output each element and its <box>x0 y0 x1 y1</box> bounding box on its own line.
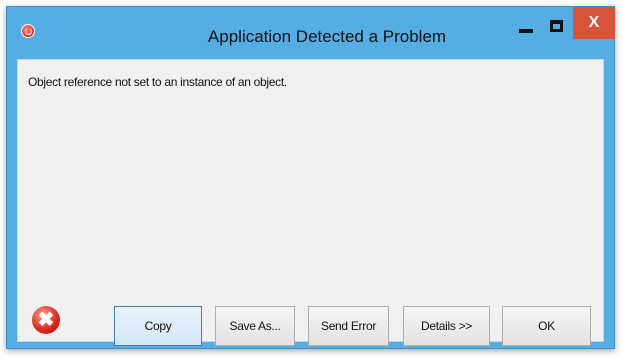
copy-button[interactable]: Copy <box>114 306 202 346</box>
minimize-button[interactable] <box>511 11 541 41</box>
details-button[interactable]: Details >> <box>403 306 490 346</box>
dialog-body: Object reference not set to an instance … <box>17 59 604 346</box>
copy-button-label: Copy <box>144 319 172 333</box>
error-dialog-window: Application Detected a Problem X Object … <box>6 6 615 349</box>
app-error-icon[interactable] <box>21 24 35 38</box>
minimize-icon <box>519 29 533 33</box>
error-icon: ✖ <box>32 306 60 334</box>
send-error-button[interactable]: Send Error <box>308 306 389 346</box>
error-x-glyph: ✖ <box>37 309 55 331</box>
ok-button[interactable]: OK <box>502 306 591 346</box>
save-as-button-label: Save As... <box>229 319 281 333</box>
title-bar[interactable]: Application Detected a Problem X <box>7 7 615 53</box>
close-icon: X <box>588 14 600 31</box>
maximize-button[interactable] <box>541 11 571 41</box>
send-error-button-label: Send Error <box>320 319 377 333</box>
error-message: Object reference not set to an instance … <box>28 75 287 89</box>
maximize-icon <box>549 20 563 32</box>
details-button-label: Details >> <box>420 319 473 333</box>
save-as-button[interactable]: Save As... <box>215 306 295 346</box>
close-button[interactable]: X <box>573 7 615 39</box>
ok-button-label: OK <box>538 319 555 333</box>
window-title: Application Detected a Problem <box>207 27 447 46</box>
